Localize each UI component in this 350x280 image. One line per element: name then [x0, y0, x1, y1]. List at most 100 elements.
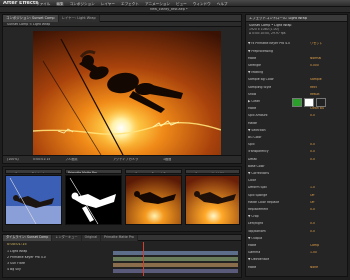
effect-param-row[interactable]: Mode Clean BG	[248, 107, 349, 111]
layer-row[interactable]: 2 Primatte Keyer Pro 4.0	[7, 256, 46, 261]
effect-param-value[interactable]: 0.0	[310, 158, 315, 161]
effect-param-value[interactable]: 0.0	[310, 143, 315, 146]
menu-layer[interactable]: レイヤー	[101, 2, 115, 7]
effect-param-row[interactable]: ▼ Output	[248, 236, 349, 240]
effect-param-row[interactable]: BG Color	[248, 136, 349, 140]
breadcrumb[interactable]: Sunset Comp < Light Wrap	[7, 23, 50, 26]
effect-param-value[interactable]: Rect	[310, 86, 317, 89]
effect-param-value[interactable]: Off	[310, 201, 315, 204]
app-name: After Effects	[3, 1, 39, 6]
thumb-title-lightwrap[interactable]: コンポジション: Light Wrap	[185, 169, 240, 174]
effect-param-value[interactable]: 0.0	[310, 230, 315, 233]
thumb-matte[interactable]	[65, 175, 122, 225]
effect-param-row[interactable]: Matte Color Replace Off	[248, 200, 349, 204]
effect-param-row[interactable]: Top/Bottom 0.0	[248, 229, 349, 233]
bg-color-swatch[interactable]	[292, 98, 302, 107]
menu-help[interactable]: ヘルプ	[217, 2, 228, 7]
effect-param-row[interactable]: Spill Sponge Off	[248, 193, 349, 197]
effect-param-value[interactable]: Clean BG	[310, 107, 324, 110]
thumb-sunset[interactable]	[125, 175, 182, 225]
timeline-timecode[interactable]: 0:00:01:15	[7, 243, 27, 247]
effect-param-label: Transparency	[248, 150, 269, 154]
layer-row[interactable]: 4 Bg Sky	[7, 268, 21, 273]
effect-param-row[interactable]: Gamma 1.00	[248, 251, 349, 255]
tab-matte[interactable]: Primatte Matte Pro	[101, 235, 138, 241]
layer-duration-bar[interactable]	[113, 250, 238, 255]
thumb-title-sunset[interactable]: コンポジション: Sunset Comp	[125, 169, 182, 174]
timeline-panel: タイムライン: Sunset Comp レンダーキュー Original Pri…	[2, 234, 242, 278]
layer-duration-bar[interactable]	[113, 268, 238, 273]
effect-param-row[interactable]: Base Color	[248, 164, 349, 168]
tab-layer[interactable]: レイヤー: Light Wrap	[58, 15, 100, 22]
tab-composition[interactable]: コンポジション: Sunset Comp	[3, 15, 59, 22]
effect-param-row[interactable]: Transparency 0.0	[248, 150, 349, 154]
effect-param-row[interactable]: Sample Bg Color Sample	[248, 78, 349, 82]
effect-param-row[interactable]: Show Result	[248, 92, 349, 96]
menu-composition[interactable]: コンポジション	[70, 2, 95, 7]
effect-controls-tab[interactable]: エフェクトコントロール: Light Wrap	[249, 17, 307, 20]
effect-param-value[interactable]: 0.0	[310, 114, 315, 117]
effect-param-row[interactable]: ▼ Matting	[248, 71, 349, 75]
effect-param-value[interactable]: Normal	[310, 57, 321, 60]
effect-param-row[interactable]: ▼ fx Primatte Keyer Pro 4.0 リセット	[248, 42, 349, 46]
effect-param-row[interactable]: Spill 0.0	[248, 143, 349, 147]
layer-duration-bar[interactable]	[113, 256, 238, 261]
effect-param-value[interactable]: Comp	[310, 244, 319, 247]
effect-param-row[interactable]: Sampling Style Rect	[248, 85, 349, 89]
effect-param-value[interactable]: Sample	[310, 78, 322, 81]
thumb-title-matte[interactable]: Primatte Matte Pro	[65, 169, 122, 174]
menu-animation[interactable]: アニメーション	[145, 2, 170, 7]
effect-param-value[interactable]: 1.0	[310, 186, 315, 189]
tab-timeline[interactable]: タイムライン: Sunset Comp	[3, 235, 53, 241]
effect-param-value[interactable]: Result	[310, 93, 320, 96]
effect-param-value[interactable]: 0.0	[310, 150, 315, 153]
effect-param-row[interactable]: Mode None	[248, 265, 349, 269]
effect-param-row[interactable]: ▼ Selection	[248, 128, 349, 132]
menu-effect[interactable]: エフェクト	[121, 2, 139, 7]
effect-param-label: ▼ fx Primatte Keyer Pro 4.0	[248, 42, 291, 46]
effect-param-value[interactable]: 0.000	[310, 64, 319, 67]
effect-param-value[interactable]: Off	[310, 194, 315, 197]
effect-param-row[interactable]: ▼ Crop	[248, 215, 349, 219]
effect-param-value[interactable]: 1.00	[310, 251, 317, 254]
tab-render-queue[interactable]: レンダーキュー	[52, 235, 82, 241]
layer-row[interactable]: 3 Sun Flare	[7, 262, 25, 267]
effect-param-row[interactable]: Left/Right 0.0	[248, 222, 349, 226]
effect-param-row[interactable]: ▼ Corrections	[248, 172, 349, 176]
menu-edit[interactable]: 編集	[56, 2, 63, 7]
composition-image[interactable]	[33, 31, 221, 155]
effect-param-value[interactable]: 0.0	[310, 208, 315, 211]
effect-param-row[interactable]: Detail 0.0	[248, 157, 349, 161]
effect-param-row[interactable]: Mode Comp	[248, 244, 349, 248]
menu-window[interactable]: ウィンドウ	[193, 2, 211, 7]
menu-file[interactable]: ファイル	[36, 2, 50, 7]
layer-row[interactable]: 1 Light Wrap	[7, 250, 27, 255]
resolution-select[interactable]: フル画質	[65, 158, 78, 161]
thumb-title-original[interactable]: コンポジション: Original	[5, 169, 62, 174]
effect-param-value[interactable]: 0.0	[310, 222, 315, 225]
zoom-level[interactable]: (100%)	[7, 158, 19, 161]
effect-param-row[interactable]: ▼ Deinterlace	[248, 258, 349, 262]
camera-select[interactable]: アクティブカメラ	[113, 158, 138, 161]
tab-original[interactable]: Original	[81, 235, 102, 241]
effect-param-value[interactable]: リセット	[310, 42, 322, 45]
effect-param-row[interactable]: Spill Amount 0.0	[248, 114, 349, 118]
current-timecode[interactable]: 0:00:01:15	[33, 158, 50, 161]
effect-param-row[interactable]: ▼ Preprocessing	[248, 49, 349, 53]
spill-color-swatch[interactable]	[304, 98, 314, 107]
effect-controls-header: エフェクトコントロール: Light Wrap	[246, 15, 347, 22]
view-layout-select[interactable]: 1画面	[163, 158, 171, 161]
effect-param-row[interactable]: Replacement 0.0	[248, 208, 349, 212]
effect-param-row[interactable]: Deform Spill 1.0	[248, 186, 349, 190]
base-color-swatch[interactable]	[316, 98, 326, 107]
effect-param-row[interactable]: Color	[248, 179, 349, 183]
thumb-original[interactable]	[5, 175, 62, 225]
effect-param-row[interactable]: Strength 0.000	[248, 64, 349, 68]
effect-param-value[interactable]: None	[310, 266, 318, 269]
effect-param-row[interactable]: Matte	[248, 121, 349, 125]
layer-duration-bar[interactable]	[113, 262, 238, 267]
thumb-lightwrap[interactable]	[185, 175, 240, 225]
effect-param-row[interactable]: Mode Normal	[248, 56, 349, 60]
playhead[interactable]	[143, 242, 144, 276]
menu-view[interactable]: ビュー	[176, 2, 187, 7]
